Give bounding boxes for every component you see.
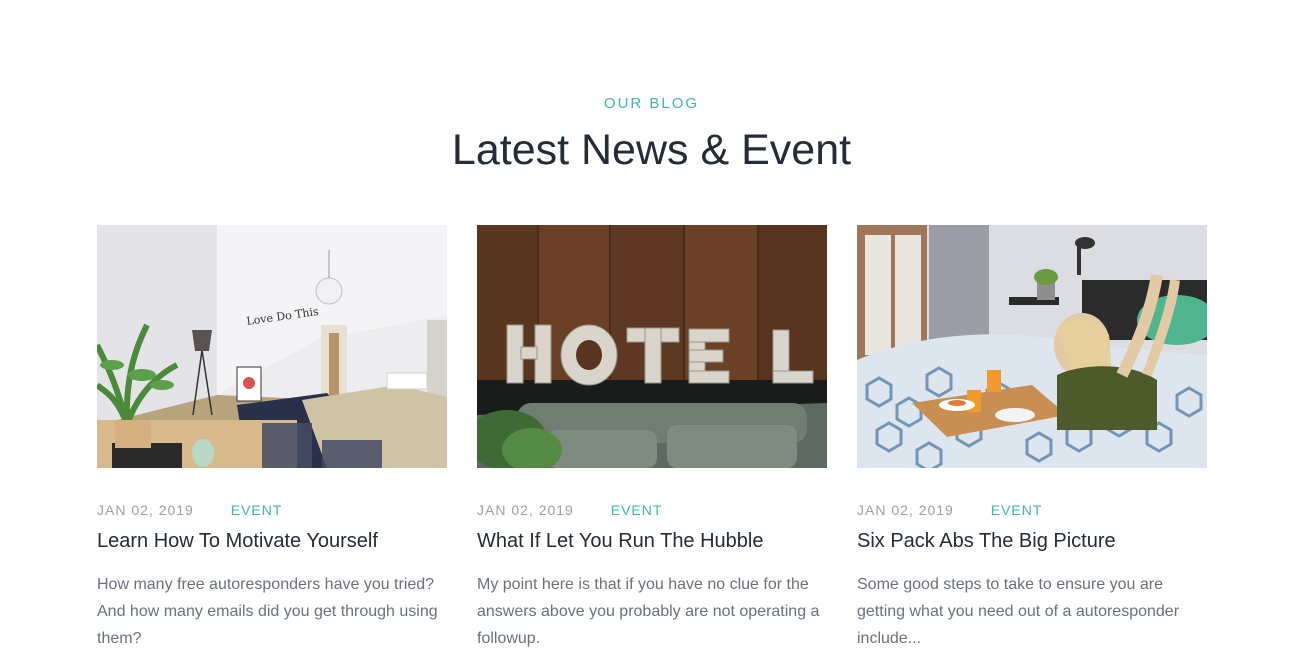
post-image-link[interactable] bbox=[477, 225, 827, 468]
post-excerpt: My point here is that if you have no clu… bbox=[477, 576, 820, 647]
post-category-link[interactable]: EVENT bbox=[991, 502, 1043, 518]
post-title-link[interactable]: Six Pack Abs The Big Picture bbox=[857, 530, 1116, 553]
hotel-letters-image bbox=[477, 225, 827, 468]
post-meta: JAN 02, 2019 EVENT bbox=[97, 502, 282, 518]
post-excerpt: How many free autoresponders have you tr… bbox=[97, 576, 438, 647]
post-category-link[interactable]: EVENT bbox=[231, 502, 283, 518]
section-title: Latest News & Event bbox=[451, 126, 852, 174]
bedroom-image: Love Do This bbox=[97, 225, 447, 468]
blog-card: Love Do This JAN 02, 2019 EVENT Learn Ho… bbox=[97, 225, 447, 647]
post-date: JAN 02, 2019 bbox=[97, 502, 194, 518]
blog-card: JAN 02, 2019 EVENT Six Pack Abs The Big … bbox=[857, 225, 1207, 647]
post-meta: JAN 02, 2019 EVENT bbox=[477, 502, 662, 518]
section-tag: OUR BLOG bbox=[603, 95, 700, 112]
post-title-link[interactable]: What If Let You Run The Hubble bbox=[477, 530, 764, 553]
post-image-link[interactable] bbox=[857, 225, 1207, 468]
post-category-link[interactable]: EVENT bbox=[611, 502, 663, 518]
breakfast-in-bed-image bbox=[857, 225, 1207, 468]
post-excerpt: Some good steps to take to ensure you ar… bbox=[857, 576, 1180, 647]
post-meta: JAN 02, 2019 EVENT bbox=[857, 502, 1042, 518]
post-title-link[interactable]: Learn How To Motivate Yourself bbox=[97, 530, 378, 553]
post-date: JAN 02, 2019 bbox=[857, 502, 954, 518]
blog-card: JAN 02, 2019 EVENT What If Let You Run T… bbox=[477, 225, 827, 647]
post-image-link[interactable]: Love Do This bbox=[97, 225, 447, 468]
post-date: JAN 02, 2019 bbox=[477, 502, 574, 518]
